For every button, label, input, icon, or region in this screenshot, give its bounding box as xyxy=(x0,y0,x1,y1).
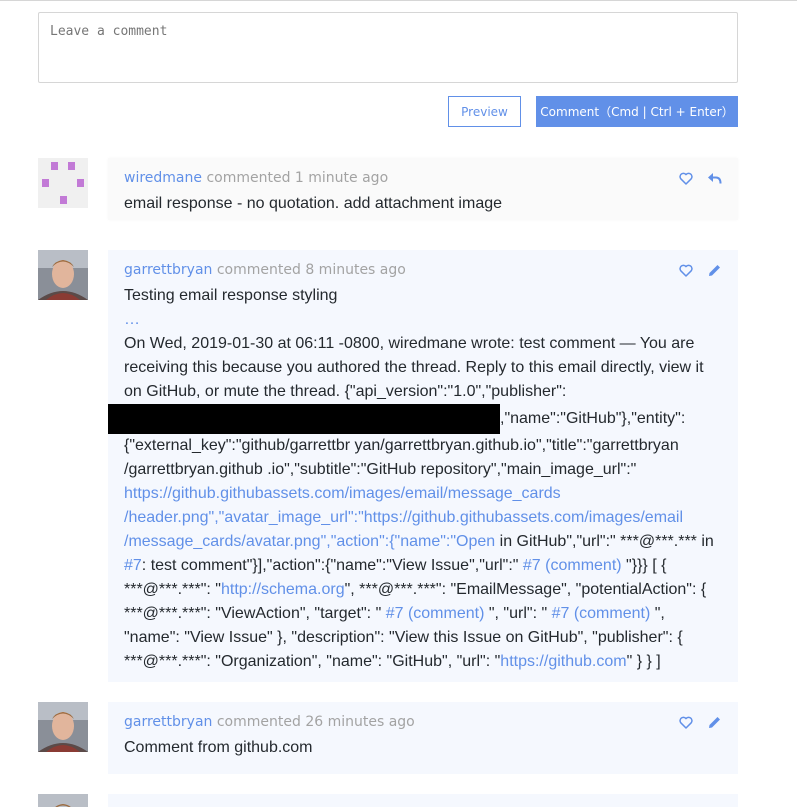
avatar[interactable] xyxy=(38,158,88,208)
heart-icon[interactable] xyxy=(678,169,694,187)
comment-author-link[interactable]: garrettbryan xyxy=(124,714,212,730)
submit-comment-button[interactable]: Comment（Cmd | Ctrl + Enter） xyxy=(536,96,738,127)
user-photo-icon xyxy=(38,702,88,752)
redacted-block xyxy=(108,404,500,434)
comment-card: garrettbryan commented 8 minutes ago Tes… xyxy=(108,250,738,682)
comment-meta: garrettbryan commented 26 minutes ago xyxy=(124,713,722,731)
quote-ellipsis: … xyxy=(124,311,140,328)
comment-time: 8 minutes ago xyxy=(305,262,406,278)
preview-button[interactable]: Preview xyxy=(448,96,521,127)
comment-body: email response - no quotation. add attac… xyxy=(124,195,503,212)
comment-time: 1 minute ago xyxy=(294,170,389,186)
issue-comment-link[interactable]: #7 (comment) xyxy=(552,605,651,622)
heart-icon[interactable] xyxy=(678,261,694,279)
comment-author-link[interactable]: garrettbryan xyxy=(124,262,212,278)
comment-card xyxy=(108,794,738,807)
comment-actions xyxy=(678,713,722,731)
comment-meta: garrettbryan commented 8 minutes ago xyxy=(124,261,722,279)
comment-body: Comment from github.com xyxy=(124,739,313,756)
avatar[interactable] xyxy=(38,702,88,752)
comment-author-link[interactable]: wiredmane xyxy=(124,170,202,186)
avatar[interactable] xyxy=(38,250,88,300)
user-photo-icon xyxy=(38,250,88,300)
quoted-email: On Wed, 2019-01-30 at 06:11 -0800, wired… xyxy=(108,332,722,674)
pencil-icon[interactable] xyxy=(706,713,722,731)
comment-card: garrettbryan commented 26 minutes ago Co… xyxy=(108,702,738,774)
schema-link[interactable]: http://schema.org xyxy=(221,581,345,598)
comment-card: wiredmane commented 1 minute ago email r… xyxy=(108,158,738,220)
issue-comment-link[interactable]: #7 (comment) xyxy=(523,557,622,574)
comment-meta: wiredmane commented 1 minute ago xyxy=(124,169,722,187)
user-photo-icon xyxy=(38,794,88,807)
comment-body: Testing email response styling … On Wed,… xyxy=(108,284,722,674)
comment-verb: commented xyxy=(206,170,291,186)
top-divider xyxy=(0,0,797,1)
comment-actions xyxy=(678,169,722,187)
pencil-icon[interactable] xyxy=(706,261,722,279)
identicon-icon xyxy=(38,158,88,208)
reply-icon[interactable] xyxy=(706,169,722,187)
comment-verb: commented xyxy=(216,714,301,730)
issue-link[interactable]: #7 xyxy=(124,557,142,574)
github-link[interactable]: https://github.com xyxy=(500,653,626,670)
issue-comment-link[interactable]: #7 (comment) xyxy=(386,605,485,622)
heart-icon[interactable] xyxy=(678,713,694,731)
comment-actions xyxy=(678,261,722,279)
avatar[interactable] xyxy=(38,794,88,807)
comment-time: 26 minutes ago xyxy=(305,714,415,730)
comment-input[interactable] xyxy=(38,12,738,83)
comment-verb: commented xyxy=(216,262,301,278)
